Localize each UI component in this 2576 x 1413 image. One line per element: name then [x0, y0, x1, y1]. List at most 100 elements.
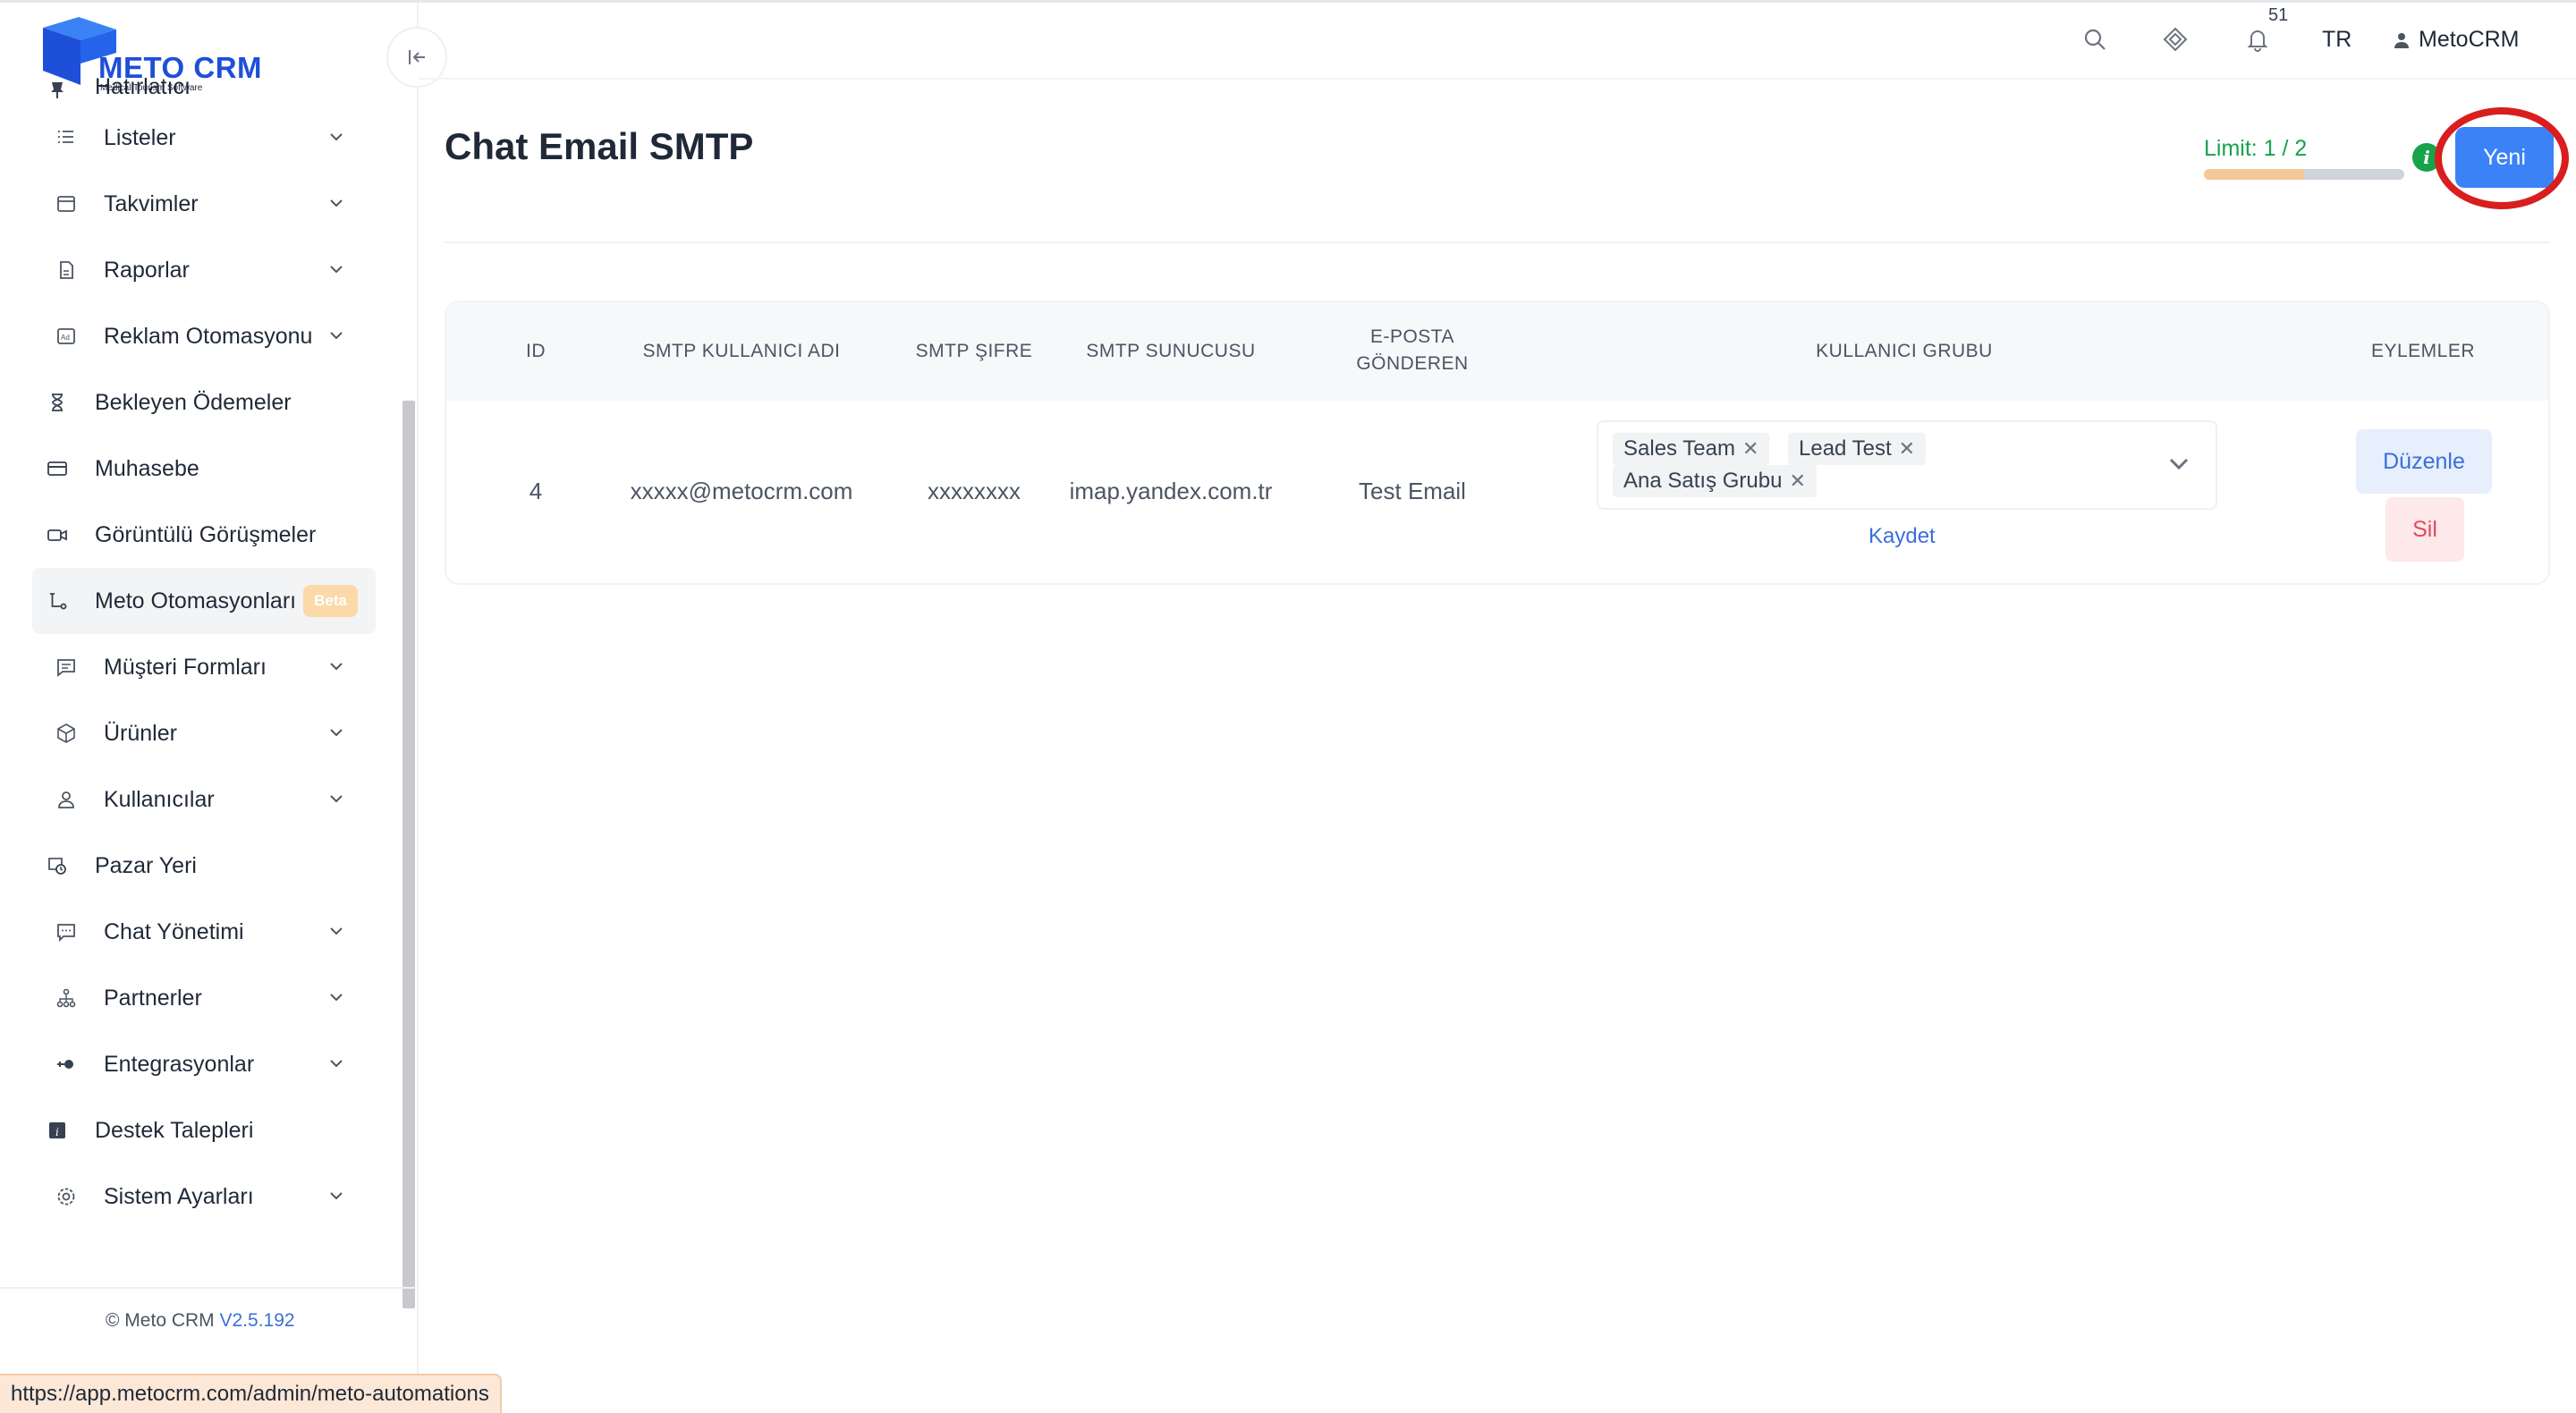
sidebar-item-m-teri-formlar-[interactable]: Müşteri Formları: [0, 634, 401, 700]
user-icon: [54, 787, 79, 812]
sidebar-item-entegrasyonlar[interactable]: Entegrasyonlar: [0, 1031, 401, 1097]
version-number: V2.5.192: [219, 1310, 295, 1331]
sidebar-item-sistem-ayarlar-[interactable]: Sistem Ayarları: [0, 1163, 401, 1230]
remove-tag-icon[interactable]: ✕: [1899, 437, 1915, 461]
sidebar-item-bekleyen-demeler[interactable]: Bekleyen Ödemeler: [0, 369, 401, 436]
remove-tag-icon[interactable]: ✕: [1742, 437, 1758, 461]
group-tag: Ana Satış Grubu ✕: [1613, 465, 1817, 497]
ad-icon: Ad: [54, 324, 79, 349]
sidebar-item-label: Müşteri Formları: [104, 654, 267, 680]
form-icon: [54, 655, 79, 680]
chevron-down-icon[interactable]: [326, 788, 347, 809]
sidebar-item-label: Sistem Ayarları: [104, 1183, 254, 1209]
limit-progress-fill: [2204, 169, 2304, 180]
info-icon[interactable]: i: [2412, 143, 2441, 172]
plug-icon: [54, 1052, 79, 1077]
sidebar-item-listeler[interactable]: Listeler: [0, 105, 401, 171]
user-group-select[interactable]: Sales Team ✕ Lead Test ✕ Ana Satış Grubu…: [1597, 420, 2217, 510]
sidebar-item-pazar-yeri[interactable]: Pazar Yeri: [0, 833, 401, 899]
sidebar-item-g-r-nt-l-g-r-meler[interactable]: Görüntülü Görüşmeler: [0, 502, 401, 568]
cell-sender: Test Email: [1359, 478, 1466, 504]
group-tag: Sales Team ✕: [1613, 433, 1770, 465]
chevron-down-icon[interactable]: [326, 1185, 347, 1206]
page-title: Chat Email SMTP: [445, 125, 754, 167]
group-tag-label: Lead Test: [1799, 436, 1892, 461]
remove-tag-icon[interactable]: ✕: [1789, 470, 1805, 493]
language-switcher[interactable]: TR: [2322, 27, 2351, 53]
sidebar-item-label: Raporlar: [104, 257, 190, 283]
chevron-down-icon[interactable]: [326, 920, 347, 942]
chevron-down-icon[interactable]: [326, 722, 347, 743]
report-icon: [54, 258, 79, 283]
limit-progress-bar: [2204, 169, 2404, 180]
marketplace-icon: [45, 853, 70, 878]
sidebar-item-label: Partnerler: [104, 985, 202, 1011]
sidebar-item-destek-talepleri[interactable]: i Destek Talepleri: [0, 1097, 401, 1163]
sidebar-item-label: Takvimler: [104, 190, 199, 216]
sidebar-scrollbar[interactable]: [402, 401, 415, 1308]
sidebar-item-label: Pazar Yeri: [95, 852, 197, 878]
chevron-down-icon[interactable]: [326, 656, 347, 677]
sidebar-item-label: Görüntülü Görüşmeler: [95, 521, 317, 547]
beta-badge: Beta: [303, 585, 358, 617]
sidebar-item-raporlar[interactable]: Raporlar: [0, 237, 401, 303]
sidebar-item-hatirlatici[interactable]: Hatırlatıcı: [0, 74, 401, 105]
limit-label: Limit: 1 / 2: [2204, 136, 2308, 161]
sidebar-item-muhasebe[interactable]: Muhasebe: [0, 436, 401, 502]
svg-text:i: i: [55, 1126, 59, 1138]
chevron-down-icon[interactable]: [326, 126, 347, 148]
column-header-sender: E-POSTA GÖNDEREN: [1305, 324, 1520, 377]
sidebar-item-label: Listeler: [104, 124, 176, 150]
sidebar-item-chat-y-netimi[interactable]: Chat Yönetimi: [0, 899, 401, 965]
sidebar-item-kullan-c-lar[interactable]: Kullanıcılar: [0, 766, 401, 833]
column-header-group: KULLANICI GRUBU: [1816, 341, 1993, 361]
sidebar-item-label: Muhasebe: [95, 455, 199, 481]
flow-icon: [45, 588, 70, 613]
cell-password: xxxxxxxx: [928, 478, 1021, 504]
sidebar-item-label: Ürünler: [104, 720, 177, 746]
user-name: MetoCRM: [2419, 27, 2520, 52]
notification-count: 51: [2268, 5, 2289, 25]
chevron-down-icon[interactable]: [326, 325, 347, 346]
column-header-password: SMTP ŞIFRE: [915, 341, 1033, 361]
search-icon[interactable]: [2080, 25, 2109, 54]
sidebar-item-label: Bekleyen Ödemeler: [95, 389, 292, 415]
chevron-down-icon[interactable]: [326, 1053, 347, 1074]
card-icon: [45, 456, 70, 481]
svg-text:Ad: Ad: [61, 334, 70, 342]
delete-button[interactable]: Sil: [2385, 497, 2464, 562]
info-square-icon: i: [45, 1118, 70, 1143]
bell-icon[interactable]: [2243, 25, 2272, 54]
status-bar-url: https://app.metocrm.com/admin/meto-autom…: [0, 1374, 502, 1413]
network-icon: [54, 986, 79, 1011]
sidebar-item-partnerler[interactable]: Partnerler: [0, 965, 401, 1031]
chevron-down-icon[interactable]: [326, 986, 347, 1008]
user-menu[interactable]: MetoCRM: [2392, 27, 2520, 53]
sidebar-item--r-nler[interactable]: Ürünler: [0, 700, 401, 766]
sidebar: METO CRM Medical Tourism Software Hatırl…: [0, 3, 419, 1413]
cell-id: 4: [529, 478, 543, 504]
smtp-table: ID SMTP KULLANICI ADI SMTP ŞIFRE SMTP SU…: [445, 300, 2550, 585]
sidebar-item-meto-otomasyonlar-[interactable]: Meto Otomasyonları Beta: [32, 568, 376, 634]
table-header: ID SMTP KULLANICI ADI SMTP ŞIFRE SMTP SU…: [446, 302, 2548, 401]
new-smtp-button[interactable]: Yeni: [2455, 127, 2554, 188]
edit-button[interactable]: Düzenle: [2356, 429, 2492, 494]
user-icon: [2394, 32, 2409, 48]
chevron-down-icon[interactable]: [326, 258, 347, 280]
hourglass-icon: [45, 390, 70, 415]
sidebar-item-label: Destek Talepleri: [95, 1117, 254, 1143]
column-header-sender-line2: GÖNDEREN: [1356, 353, 1469, 374]
sidebar-item-label: Chat Yönetimi: [104, 918, 244, 944]
copyright-text: © Meto CRM: [106, 1310, 215, 1331]
sidebar-item-label: Hatırlatıcı: [95, 74, 191, 99]
column-header-server: SMTP SUNUCUSU: [1086, 341, 1256, 361]
chevron-down-icon[interactable]: [2164, 449, 2194, 479]
column-header-id: ID: [526, 341, 546, 361]
column-header-username: SMTP KULLANICI ADI: [642, 341, 841, 361]
diamond-grid-icon[interactable]: [2161, 25, 2190, 54]
sidebar-item-takvimler[interactable]: Takvimler: [0, 171, 401, 237]
chevron-down-icon[interactable]: [326, 192, 347, 214]
sidebar-item-reklam-otomasyonu[interactable]: Ad Reklam Otomasyonu: [0, 303, 401, 369]
calendar-icon: [54, 191, 79, 216]
save-groups-link[interactable]: Kaydet: [1868, 524, 1936, 549]
